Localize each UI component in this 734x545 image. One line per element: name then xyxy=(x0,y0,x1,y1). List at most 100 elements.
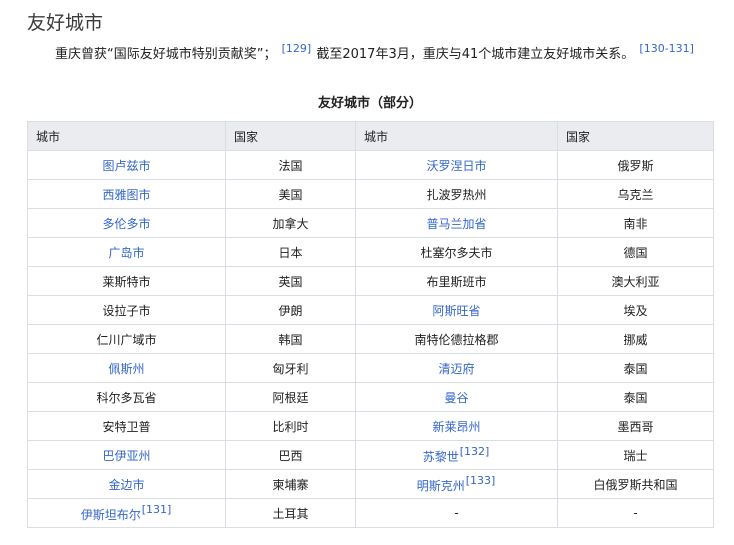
country-cell: 伊朗 xyxy=(225,295,356,325)
city-link[interactable]: 清迈府 xyxy=(438,362,474,376)
city-name: 设拉子市 xyxy=(102,303,151,318)
city-name: 仁川广域市 xyxy=(96,332,157,347)
country-cell: 瑞士 xyxy=(557,440,714,470)
city-cell: 莱斯特市 xyxy=(27,266,226,296)
city-link[interactable]: 新莱昂州 xyxy=(432,420,480,434)
city-link[interactable]: 曼谷 xyxy=(444,391,468,405)
city-link[interactable]: 普马兰加省 xyxy=(426,217,486,231)
sister-cities-table: 城市 国家 城市 国家 图卢兹市 法国 沃罗涅日市 俄罗斯西雅图市 美国 扎波罗热州 乌克兰… xyxy=(27,121,714,528)
city-link[interactable]: 西雅图市 xyxy=(102,188,150,202)
column-header-country: 国家 xyxy=(225,121,356,151)
country-cell: 埃及 xyxy=(557,295,714,325)
city-cell: 杜塞尔多夫市 xyxy=(355,237,558,267)
city-cell: 设拉子市 xyxy=(27,295,226,325)
table-row: 安特卫普 比利时 新莱昂州 墨西哥 xyxy=(27,411,714,441)
city-cell: 扎波罗热州 xyxy=(355,179,558,209)
country-cell: 日本 xyxy=(225,237,356,267)
city-cell: 巴伊亚州 xyxy=(27,440,226,470)
country-cell: 巴西 xyxy=(225,440,356,470)
section-heading: 友好城市 xyxy=(27,12,104,34)
city-cell: 仁川广域市 xyxy=(27,324,226,354)
city-cell: 安特卫普 xyxy=(27,411,226,441)
city-link[interactable]: 明斯克州 xyxy=(417,479,465,493)
city-cell: 沃罗涅日市 xyxy=(355,150,558,180)
city-name: 安特卫普 xyxy=(102,419,151,434)
table-body: 图卢兹市 法国 沃罗涅日市 俄罗斯西雅图市 美国 扎波罗热州 乌克兰多伦多市 加拿大 普马兰加省… xyxy=(27,150,714,528)
city-cell: 科尔多瓦省 xyxy=(27,382,226,412)
reference-link[interactable]: [132] xyxy=(460,445,490,458)
city-name: 科尔多瓦省 xyxy=(96,390,157,405)
table-row: 广岛市 日本 杜塞尔多夫市 德国 xyxy=(27,237,714,267)
table-row: 佩斯州 匈牙利 清迈府 泰国 xyxy=(27,353,714,383)
city-link[interactable]: 伊斯坦布尔 xyxy=(81,508,141,522)
country-cell: 英国 xyxy=(225,266,356,296)
city-cell: 清迈府 xyxy=(355,353,558,383)
city-link[interactable]: 图卢兹市 xyxy=(102,159,150,173)
city-link[interactable]: 佩斯州 xyxy=(108,362,144,376)
city-cell: 阿斯旺省 xyxy=(355,295,558,325)
intro-paragraph: 重庆曾获“国际友好城市特别贡献奖”； [129] 截至2017年3月，重庆与41… xyxy=(55,42,695,62)
country-cell: 比利时 xyxy=(225,411,356,441)
table-row: 设拉子市 伊朗 阿斯旺省 埃及 xyxy=(27,295,714,325)
city-name: 布里斯班市 xyxy=(426,274,487,289)
country-cell: 美国 xyxy=(225,179,356,209)
city-link[interactable]: 巴伊亚州 xyxy=(102,449,150,463)
city-cell: 布里斯班市 xyxy=(355,266,558,296)
city-name: 扎波罗热州 xyxy=(426,187,487,202)
city-cell: 普马兰加省 xyxy=(355,208,558,238)
reference-link[interactable]: [133] xyxy=(466,474,496,487)
reference-link[interactable]: [130-131] xyxy=(639,42,694,55)
city-cell: 南特伦德拉格郡 xyxy=(355,324,558,354)
table-row: 仁川广域市 韩国 南特伦德拉格郡 挪威 xyxy=(27,324,714,354)
country-cell: 墨西哥 xyxy=(557,411,714,441)
city-name: 杜塞尔多夫市 xyxy=(420,245,493,260)
country-cell: 加拿大 xyxy=(225,208,356,238)
country-cell: 阿根廷 xyxy=(225,382,356,412)
country-cell: 土耳其 xyxy=(225,498,356,528)
city-cell: 明斯克州[133] xyxy=(355,469,558,499)
country-cell: - xyxy=(557,498,714,528)
country-cell: 德国 xyxy=(557,237,714,267)
table-row: 莱斯特市 英国 布里斯班市 澳大利亚 xyxy=(27,266,714,296)
country-cell: 法国 xyxy=(225,150,356,180)
city-name: 莱斯特市 xyxy=(102,274,151,289)
table-row: 巴伊亚州 巴西 苏黎世[132] 瑞士 xyxy=(27,440,714,470)
table-row: 金边市 柬埔寨 明斯克州[133] 白俄罗斯共和国 xyxy=(27,469,714,499)
city-cell: 新莱昂州 xyxy=(355,411,558,441)
table-row: 图卢兹市 法国 沃罗涅日市 俄罗斯 xyxy=(27,150,714,180)
table-caption: 友好城市（部分） xyxy=(317,96,422,111)
city-link[interactable]: 阿斯旺省 xyxy=(432,304,480,318)
country-cell: 俄罗斯 xyxy=(557,150,714,180)
city-cell: 西雅图市 xyxy=(27,179,226,209)
city-cell: 曼谷 xyxy=(355,382,558,412)
city-cell: 金边市 xyxy=(27,469,226,499)
reference-link[interactable]: [131] xyxy=(142,503,172,516)
table-row: 科尔多瓦省 阿根廷 曼谷 泰国 xyxy=(27,382,714,412)
city-link[interactable]: 多伦多市 xyxy=(102,217,150,231)
country-cell: 泰国 xyxy=(557,382,714,412)
city-name: 南特伦德拉格郡 xyxy=(414,332,499,347)
city-link[interactable]: 沃罗涅日市 xyxy=(426,159,486,173)
intro-text-before: 重庆曾获“国际友好城市特别贡献奖”； xyxy=(55,47,277,62)
city-cell: 广岛市 xyxy=(27,237,226,267)
table-row: 伊斯坦布尔[131] 土耳其 - - xyxy=(27,498,714,528)
country-cell: 韩国 xyxy=(225,324,356,354)
city-name: - xyxy=(454,506,459,520)
city-link[interactable]: 金边市 xyxy=(108,478,144,492)
country-cell: 泰国 xyxy=(557,353,714,383)
country-cell: 挪威 xyxy=(557,324,714,354)
column-header-city: 城市 xyxy=(27,121,226,151)
country-cell: 乌克兰 xyxy=(557,179,714,209)
city-cell: 多伦多市 xyxy=(27,208,226,238)
city-cell: 苏黎世[132] xyxy=(355,440,558,470)
city-cell: 伊斯坦布尔[131] xyxy=(27,498,226,528)
country-cell: 白俄罗斯共和国 xyxy=(557,469,714,499)
city-link[interactable]: 苏黎世 xyxy=(423,450,459,464)
table-header-row: 城市 国家 城市 国家 xyxy=(27,121,714,151)
intro-text-after: 截至2017年3月，重庆与41个城市建立友好城市关系。 xyxy=(316,47,635,62)
country-cell: 柬埔寨 xyxy=(225,469,356,499)
city-link[interactable]: 广岛市 xyxy=(108,246,144,260)
reference-link[interactable]: [129] xyxy=(282,42,312,55)
city-cell: 佩斯州 xyxy=(27,353,226,383)
city-cell: 图卢兹市 xyxy=(27,150,226,180)
